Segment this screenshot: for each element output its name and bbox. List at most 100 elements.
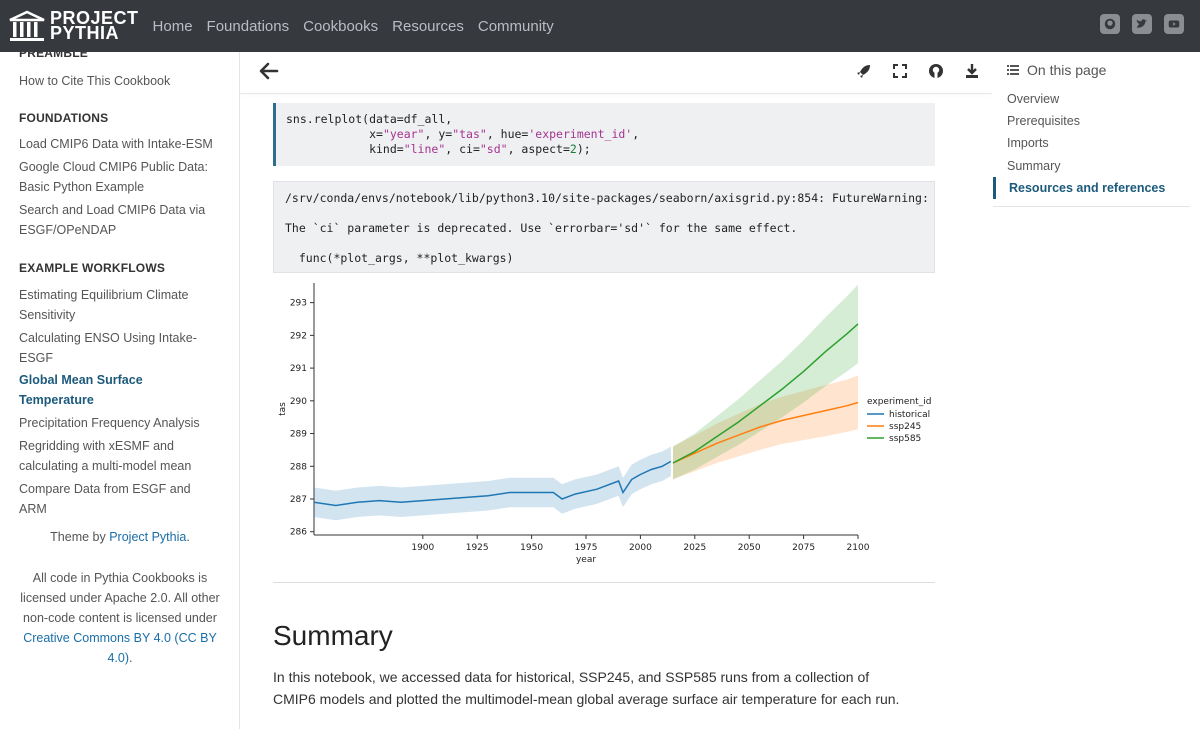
y-axis-title: tas <box>278 402 288 416</box>
sidebar-heading-workflows: EXAMPLE WORKFLOWS <box>19 261 166 275</box>
x-tick-label: 1975 <box>575 543 598 553</box>
sidebar-item-regridding[interactable]: Regridding with xESMF and calculating a … <box>19 436 219 476</box>
code-string: "tas" <box>452 127 487 141</box>
code-token: , ci= <box>445 142 480 156</box>
y-tick-label: 290 <box>290 397 307 407</box>
code-string: "year" <box>382 127 425 141</box>
launch-rocket-icon[interactable] <box>855 62 873 80</box>
nav-link-foundations[interactable]: Foundations <box>207 18 290 35</box>
output-warning-path: /srv/conda/envs/notebook/lib/python3.10/… <box>285 191 929 205</box>
x-tick-label: 2050 <box>738 543 761 553</box>
toc-divider <box>993 206 1190 207</box>
code-token: , y= <box>424 127 453 141</box>
top-navbar: PROJECT PYTHIA Home Foundations Cookbook… <box>0 0 1200 52</box>
theme-credit: Theme by Project Pythia. <box>15 527 225 547</box>
code-string: "sd" <box>479 142 508 156</box>
nav-link-cookbooks[interactable]: Cookbooks <box>303 18 378 35</box>
download-icon[interactable] <box>963 62 981 80</box>
pythia-temple-icon <box>9 10 45 41</box>
sidebar-item-ecs[interactable]: Estimating Equilibrium Climate Sensitivi… <box>19 285 219 325</box>
fullscreen-icon[interactable] <box>891 62 909 80</box>
toc-item-summary[interactable]: Summary <box>1007 159 1060 173</box>
toc-item-overview[interactable]: Overview <box>1007 92 1059 106</box>
code-string: 'experiment_id' <box>528 127 633 141</box>
x-tick-label: 2100 <box>847 543 870 553</box>
sidebar-item-load-cmip6[interactable]: Load CMIP6 Data with Intake-ESM <box>19 134 219 154</box>
x-axis-title: year <box>576 555 596 565</box>
code-string: "line" <box>403 142 446 156</box>
sidebar-heading-preamble: PREAMBLE <box>19 52 88 60</box>
code-input-cell[interactable]: sns.relplot(data=df_all, x="year", y="ta… <box>273 103 935 166</box>
list-icon <box>1007 65 1019 75</box>
x-tick-label: 1925 <box>466 543 489 553</box>
theme-link[interactable]: Project Pythia <box>109 530 186 544</box>
theme-suffix: . <box>186 530 190 544</box>
code-number: 2 <box>569 142 577 156</box>
sidebar-item-enso[interactable]: Calculating ENSO Using Intake-ESGF <box>19 328 219 368</box>
sidebar-item-search-load[interactable]: Search and Load CMIP6 Data via ESGF/OPeN… <box>19 200 219 240</box>
code-token: , hue= <box>486 127 529 141</box>
youtube-icon[interactable] <box>1164 14 1184 34</box>
project-pythia-logo[interactable]: PROJECT PYTHIA <box>8 0 139 52</box>
toc-item-imports[interactable]: Imports <box>1007 136 1049 150</box>
y-tick-label: 289 <box>290 430 307 440</box>
nav-link-resources[interactable]: Resources <box>392 18 464 35</box>
output-warning-message: The `ci` parameter is deprecated. Use `e… <box>285 221 798 235</box>
nav-link-home[interactable]: Home <box>153 18 193 35</box>
x-tick-label: 2000 <box>629 543 652 553</box>
sidebar-item-precip[interactable]: Precipitation Frequency Analysis <box>19 413 219 433</box>
back-arrow-icon[interactable] <box>258 60 280 82</box>
code-output-cell: /srv/conda/envs/notebook/lib/python3.10/… <box>273 181 935 273</box>
y-tick-label: 287 <box>290 495 307 505</box>
license-text: All code in Pythia Cookbooks is licensed… <box>20 571 220 625</box>
sidebar-item-gmst[interactable]: Global Mean Surface Temperature <box>19 370 219 410</box>
code-token: , aspect= <box>507 142 570 156</box>
license-note: All code in Pythia Cookbooks is licensed… <box>15 568 225 668</box>
brand-text: PROJECT PYTHIA <box>50 9 139 43</box>
code-token: kind= <box>286 142 404 156</box>
summary-paragraph: In this notebook, we accessed data for h… <box>273 669 900 707</box>
sidebar-heading-foundations: FOUNDATIONS <box>19 111 109 125</box>
code-token: , <box>632 127 640 141</box>
code-token: ); <box>576 142 591 156</box>
legend-label-ssp585: ssp585 <box>889 434 921 444</box>
twitter-icon[interactable] <box>1132 14 1152 34</box>
license-link[interactable]: Creative Commons BY 4.0 (CC BY 4.0) <box>23 631 217 665</box>
tas-line-chart: 1900 1925 1950 1975 2000 2025 2050 2075 2100 286 2… <box>278 283 931 565</box>
nav-link-community[interactable]: Community <box>478 18 554 35</box>
sidebar-item-compare[interactable]: Compare Data from ESGF and ARM <box>19 479 219 519</box>
github-icon[interactable] <box>1100 14 1120 34</box>
theme-prefix: Theme by <box>50 530 110 544</box>
y-tick-label: 288 <box>290 462 307 472</box>
code-line-1: sns.relplot(data=df_all, <box>286 112 453 126</box>
legend-title: experiment_id <box>867 397 931 407</box>
social-icons <box>1100 14 1184 34</box>
license-suffix: . <box>129 651 133 665</box>
legend-label-historical: historical <box>889 410 930 420</box>
brand-line2: PYTHIA <box>50 23 120 43</box>
code-line-3: kind="line", ci="sd", aspect=2); <box>286 142 925 157</box>
legend-label-ssp245: ssp245 <box>889 422 921 432</box>
left-sidebar: PREAMBLE How to Cite This Cookbook FOUND… <box>0 52 240 729</box>
header-divider <box>240 93 992 94</box>
toc-item-resources[interactable]: Resources and references <box>1009 181 1165 195</box>
chart-container: 1900 1925 1950 1975 2000 2025 2050 2075 2100 286 2… <box>273 278 935 568</box>
code-line-2: x="year", y="tas", hue='experiment_id', <box>286 127 925 142</box>
x-tick-label: 1950 <box>520 543 543 553</box>
content-divider <box>273 582 935 583</box>
x-tick-label: 2025 <box>683 543 706 553</box>
page-toolbar <box>855 62 981 80</box>
y-tick-label: 291 <box>290 364 307 374</box>
toc-heading-label: On this page <box>1027 62 1107 78</box>
output-warning-call: func(*plot_args, **plot_kwargs) <box>285 251 514 265</box>
toc-active-indicator <box>993 177 996 199</box>
summary-heading: Summary <box>273 620 393 651</box>
toc-item-prerequisites[interactable]: Prerequisites <box>1007 114 1080 128</box>
y-tick-label: 292 <box>290 331 307 341</box>
toc-heading: On this page <box>1007 62 1106 78</box>
sidebar-item-google-cloud[interactable]: Google Cloud CMIP6 Public Data: Basic Py… <box>19 157 219 197</box>
sidebar-item-how-to-cite[interactable]: How to Cite This Cookbook <box>19 71 219 91</box>
github-repo-icon[interactable] <box>927 62 945 80</box>
series-band-historical <box>314 446 671 521</box>
x-tick-label: 1900 <box>411 543 434 553</box>
